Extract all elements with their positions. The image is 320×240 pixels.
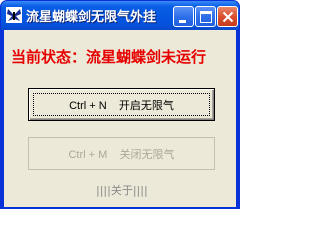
window-title: 流星蝴蝶剑无限气外挂 [26, 10, 157, 25]
enable-infinite-energy-button[interactable]: Ctrl + N 开启无限气 [28, 88, 215, 121]
disable-button-label: Ctrl + M 关闭无限气 [68, 148, 175, 161]
window-frame-right [236, 30, 239, 208]
focus-rectangle [33, 93, 210, 116]
maximize-icon [200, 11, 212, 23]
disable-infinite-energy-button[interactable]: Ctrl + M 关闭无限气 [28, 137, 215, 170]
maximize-button[interactable] [195, 6, 216, 27]
title-bar[interactable]: 流星蝴蝶剑无限气外挂 [1, 1, 239, 30]
minimize-button[interactable] [173, 6, 194, 27]
status-label: 当前状态：流星蝴蝶剑未运行 [11, 48, 207, 66]
about-link[interactable]: ||||关于|||| [96, 182, 148, 198]
close-icon [222, 11, 234, 23]
app-window: 流星蝴蝶剑无限气外挂 当前状态：流星蝴蝶剑未运行 Ctrl + N 开启无限气 [0, 0, 240, 209]
window-frame-bottom [1, 207, 239, 208]
butterfly-app-icon[interactable] [6, 7, 22, 23]
minimize-icon [179, 20, 186, 23]
client-area: 当前状态：流星蝴蝶剑未运行 Ctrl + N 开启无限气 Ctrl + M 关闭… [4, 30, 236, 207]
close-button[interactable] [217, 6, 238, 27]
